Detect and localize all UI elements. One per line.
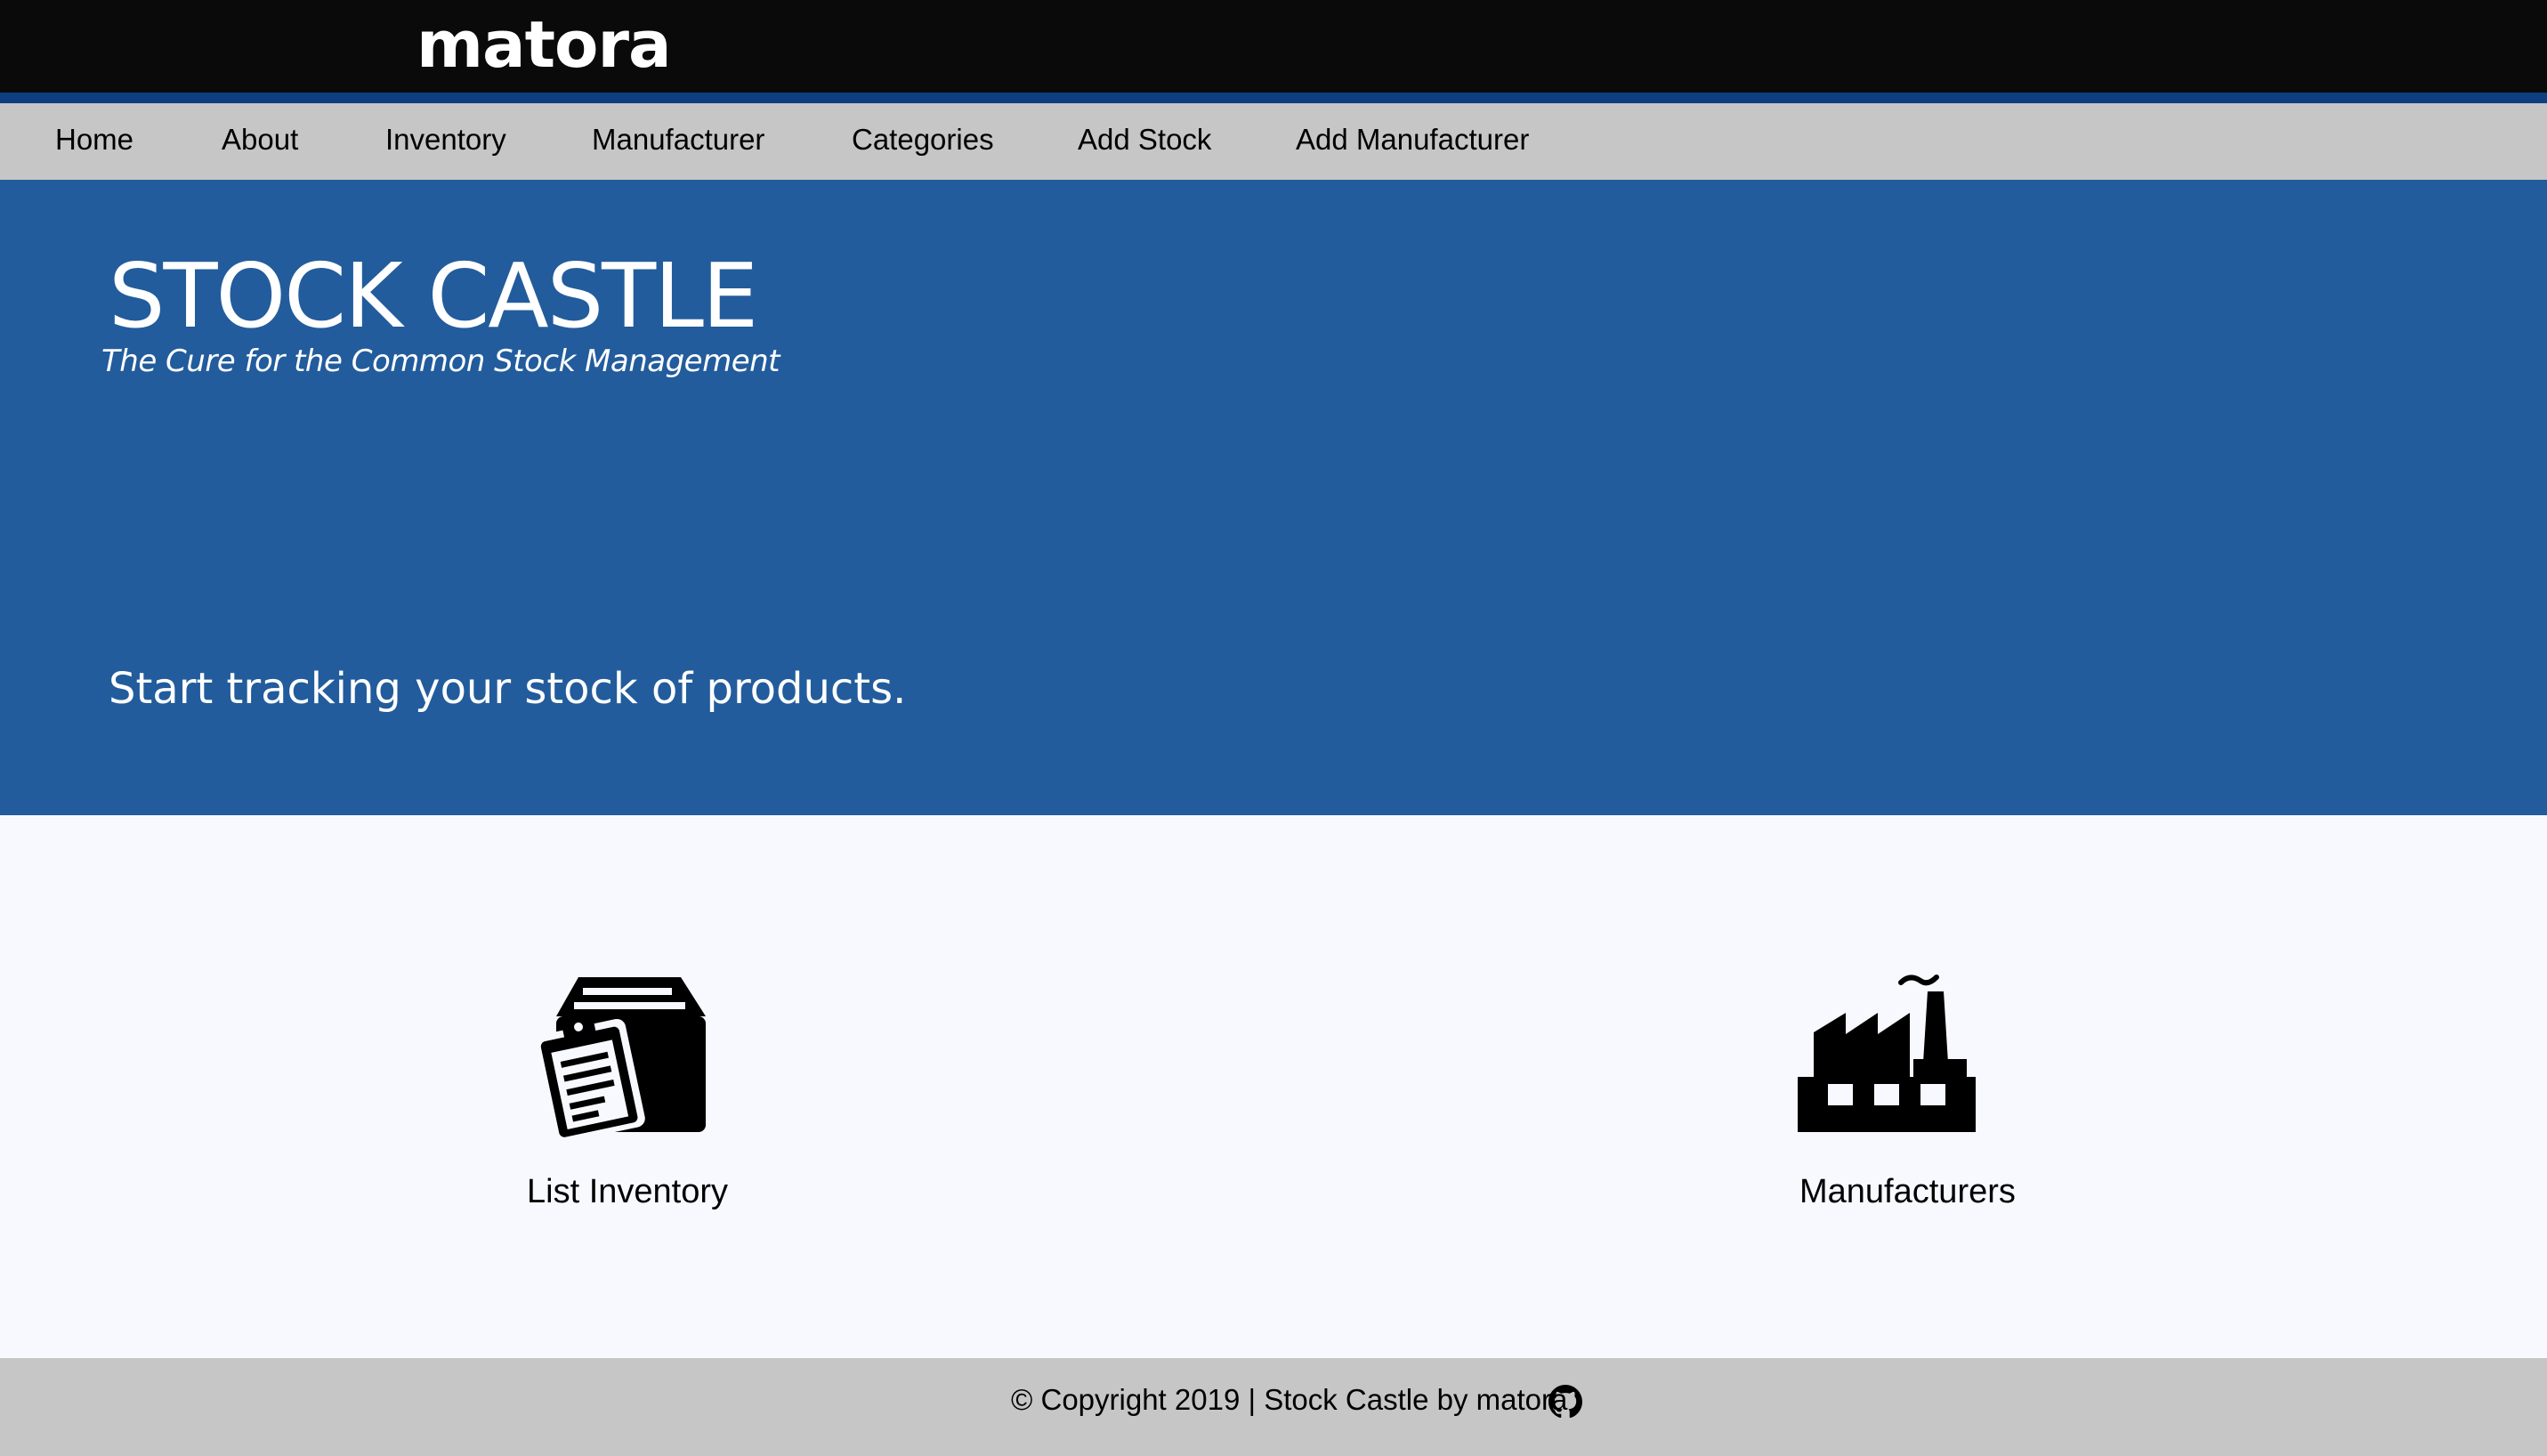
- hero-banner: STOCK CASTLE The Cure for the Common Sto…: [0, 180, 2547, 815]
- list-inventory-card[interactable]: List Inventory: [525, 970, 792, 1228]
- nav-item-about[interactable]: About: [222, 123, 298, 157]
- nav-item-add-stock[interactable]: Add Stock: [1078, 123, 1211, 157]
- github-icon[interactable]: [1548, 1385, 1582, 1419]
- top-header-bar: matora: [0, 0, 2547, 93]
- nav-item-categories[interactable]: Categories: [852, 123, 994, 157]
- page-footer: © Copyright 2019 | Stock Castle by mator…: [0, 1358, 2547, 1456]
- brand-logo-link[interactable]: matora: [416, 7, 672, 82]
- hero-subtitle: The Cure for the Common Stock Management: [101, 344, 780, 379]
- hero-title: STOCK CASTLE: [109, 244, 758, 348]
- list-inventory-label: List Inventory: [527, 1173, 728, 1210]
- nav-item-add-manufacturer[interactable]: Add Manufacturer: [1296, 123, 1529, 157]
- nav-item-manufacturer[interactable]: Manufacturer: [592, 123, 764, 157]
- hero-tagline: Start tracking your stock of products.: [109, 664, 907, 714]
- factory-icon: [1798, 975, 1976, 1132]
- footer-copyright: © Copyright 2019 | Stock Castle by mator…: [1011, 1383, 1568, 1416]
- manufacturers-label: Manufacturers: [1799, 1173, 2016, 1210]
- manufacturers-card[interactable]: Manufacturers: [1798, 970, 2065, 1228]
- inventory-box-clipboard-icon: [533, 977, 706, 1139]
- main-navigation: Home About Inventory Manufacturer Catego…: [0, 103, 2547, 180]
- nav-item-inventory[interactable]: Inventory: [385, 123, 506, 157]
- accent-divider: [0, 93, 2547, 103]
- nav-item-home[interactable]: Home: [55, 123, 133, 157]
